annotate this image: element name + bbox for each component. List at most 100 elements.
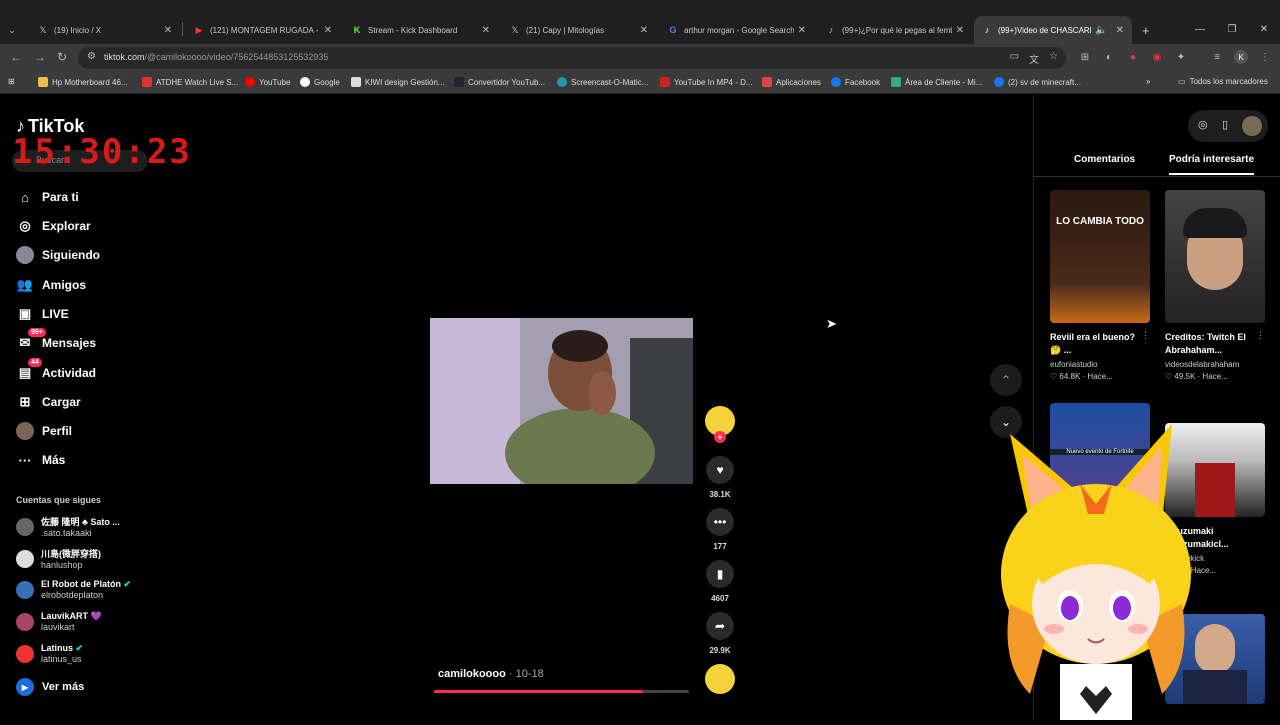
tab-suggested[interactable]: Podría interesarte bbox=[1169, 154, 1255, 175]
nav-activity[interactable]: ▤ 44 Actividad bbox=[16, 358, 96, 382]
nav-upload[interactable]: ⊞ Cargar bbox=[16, 393, 81, 411]
tab-6-active[interactable]: ♪ (99+)Video de CHASCARR 🔈 ✕ bbox=[974, 16, 1132, 44]
share-button[interactable]: ➦ 29.9K bbox=[706, 612, 734, 655]
url-text[interactable]: tiktok.com/@camilokoooo/video/7562544853… bbox=[104, 52, 328, 62]
bookmark[interactable]: Convertidor YouTub... bbox=[454, 77, 545, 87]
bookmark[interactable]: YouTube bbox=[245, 77, 290, 87]
nav-following[interactable]: Siguiendo bbox=[16, 246, 100, 264]
close-icon[interactable]: ✕ bbox=[956, 25, 964, 36]
close-icon[interactable]: ✕ bbox=[164, 25, 172, 36]
media-icon[interactable]: ≡ bbox=[1210, 50, 1224, 64]
translate-icon[interactable]: 文 bbox=[1029, 51, 1039, 66]
nav-explore[interactable]: ◎ Explorar bbox=[16, 217, 90, 235]
x-icon: 𝕏 bbox=[511, 24, 519, 35]
nav-messages[interactable]: ✉ 99+ Mensajes bbox=[16, 328, 96, 352]
forward-icon[interactable]: → bbox=[34, 50, 46, 64]
extension-icon[interactable]: ◉ bbox=[1150, 50, 1164, 64]
followed-account[interactable]: El Robot de Platón ✔ elrobotdeplaton bbox=[16, 579, 131, 600]
like-button[interactable]: ♥ 38.1K bbox=[706, 456, 734, 499]
close-icon[interactable]: ✕ bbox=[324, 25, 332, 36]
suggested-video-card[interactable]: LO CAMBIA TODO Reviil era el bueno? 🤔 ..… bbox=[1050, 190, 1150, 381]
site-settings-icon[interactable]: ⚙ bbox=[87, 51, 96, 62]
back-icon[interactable]: ← bbox=[10, 50, 22, 64]
video-author[interactable]: camilokoooo bbox=[438, 668, 506, 680]
close-icon[interactable]: ✕ bbox=[798, 25, 806, 36]
tab-list-button[interactable]: ⌄ bbox=[0, 16, 30, 44]
followed-account[interactable]: 佐藤 隆明 ♣ Sato ... .sato.takaaki bbox=[16, 515, 120, 538]
avatar bbox=[16, 644, 34, 663]
see-more-link[interactable]: ▶ Ver más bbox=[16, 678, 84, 696]
kebab-menu-icon[interactable]: ⋮ bbox=[1258, 50, 1272, 64]
compass-icon[interactable]: ◎ bbox=[1198, 118, 1208, 131]
save-button[interactable]: ▮ 4607 bbox=[706, 560, 734, 603]
live-icon: ▣ bbox=[18, 306, 32, 321]
tab-0[interactable]: 𝕏 (19) Inicio / X ✕ bbox=[30, 16, 180, 44]
followed-account[interactable]: Latinus ✔ latinus_us bbox=[16, 643, 83, 664]
nav-more[interactable]: ··· Más bbox=[16, 451, 66, 469]
kebab-menu-icon[interactable]: ⋮ bbox=[1141, 330, 1150, 341]
minimize-icon[interactable]: — bbox=[1184, 16, 1216, 44]
phone-icon[interactable]: ▯ bbox=[1222, 118, 1228, 131]
bookmark[interactable]: Aplicaciones bbox=[762, 77, 821, 87]
all-bookmarks[interactable]: ▭ Todos los marcadores bbox=[1178, 77, 1268, 86]
nav-profile[interactable]: Perfil bbox=[16, 422, 72, 440]
star-icon[interactable]: ☆ bbox=[1049, 51, 1058, 66]
close-window-icon[interactable]: ✕ bbox=[1248, 16, 1280, 44]
bookmark[interactable]: Facebook bbox=[831, 77, 880, 87]
kebab-menu-icon[interactable]: ⋮ bbox=[1256, 330, 1265, 341]
video-frame bbox=[430, 318, 693, 484]
nav-for-you[interactable]: ⌂ Para ti bbox=[16, 188, 79, 206]
extension-icon[interactable]: ● bbox=[1126, 50, 1140, 64]
puzzle-icon[interactable]: ✦ bbox=[1174, 50, 1188, 64]
divider bbox=[1034, 176, 1280, 177]
reload-icon[interactable]: ↻ bbox=[57, 50, 67, 64]
nav-live[interactable]: ▣ LIVE bbox=[16, 305, 69, 323]
share-icon: ➦ bbox=[706, 612, 734, 640]
omnibox[interactable]: ⚙ tiktok.com/@camilokoooo/video/75625448… bbox=[78, 47, 1066, 69]
restore-icon[interactable]: ❐ bbox=[1216, 16, 1248, 44]
tab-5[interactable]: ♪ (99+)¿Por qué le pegas al femb ✕ bbox=[818, 16, 972, 44]
user-avatar[interactable] bbox=[1242, 116, 1262, 136]
video-progress-bar[interactable] bbox=[434, 690, 689, 693]
follow-plus-icon[interactable]: + bbox=[714, 431, 726, 443]
extension-icon[interactable]: ◐ bbox=[1102, 50, 1116, 64]
widget-icon: ▶ bbox=[16, 678, 34, 696]
tab-1[interactable]: ▶ (121) MONTAGEM RUGADA - Y ✕ bbox=[186, 16, 340, 44]
new-tab-button[interactable]: + bbox=[1134, 16, 1158, 44]
suggested-video-card[interactable]: Creditos: Twitch El Abrahaham... videosd… bbox=[1165, 190, 1265, 381]
bookmark[interactable]: ATDHE Watch Live S... bbox=[142, 77, 238, 87]
bookmark[interactable]: Hp Motherboard 46... bbox=[38, 77, 128, 87]
comment-button[interactable]: ••• 177 bbox=[706, 508, 734, 551]
bookmark[interactable]: KIWI design Gestión... bbox=[351, 77, 445, 87]
tab-3[interactable]: 𝕏 (21) Capy | Mitologías ✕ bbox=[502, 16, 656, 44]
bookmark[interactable]: (2) sv de minecraft... bbox=[994, 77, 1081, 87]
close-icon[interactable]: ✕ bbox=[1116, 25, 1124, 36]
vtuber-avatar-overlay bbox=[990, 424, 1202, 720]
chevron-up-icon: ⌃ bbox=[1000, 373, 1012, 387]
followed-account[interactable]: 川島(微胖穿搭) hanlushop bbox=[16, 547, 101, 570]
close-icon[interactable]: ✕ bbox=[482, 25, 490, 36]
bookmark[interactable]: Área de Cliente - Mi... bbox=[891, 77, 982, 87]
tab-comments[interactable]: Comentarios bbox=[1074, 154, 1135, 165]
tab-4[interactable]: G arthur morgan - Google Search ✕ bbox=[660, 16, 814, 44]
bookmark[interactable]: YouTube In MP4 - D... bbox=[660, 77, 753, 87]
mute-icon[interactable]: 🔈 bbox=[1095, 25, 1107, 36]
more-icon: ··· bbox=[18, 452, 32, 468]
more-bookmarks-icon[interactable]: » bbox=[1146, 77, 1150, 86]
kick-icon: K bbox=[353, 25, 361, 35]
close-icon[interactable]: ✕ bbox=[640, 25, 648, 36]
video-player[interactable] bbox=[430, 318, 693, 484]
extension-icon[interactable]: ⊞ bbox=[1078, 50, 1092, 64]
bookmark[interactable]: Google bbox=[300, 77, 340, 87]
apps-grid-icon[interactable]: ⊞ bbox=[8, 77, 15, 86]
tab-2[interactable]: K Stream - Kick Dashboard ✕ bbox=[344, 16, 498, 44]
cast-icon[interactable]: ▭ bbox=[1010, 51, 1019, 66]
plus-icon: + bbox=[1142, 22, 1150, 38]
profile-avatar-icon[interactable]: K bbox=[1234, 50, 1248, 64]
google-icon bbox=[300, 77, 310, 87]
prev-video-button[interactable]: ⌃ bbox=[990, 364, 1022, 396]
followed-account[interactable]: LauvikART 💜 lauvikart bbox=[16, 611, 102, 632]
sound-disc[interactable] bbox=[705, 664, 735, 694]
nav-friends[interactable]: 👥 Amigos bbox=[16, 276, 86, 294]
bookmark[interactable]: Screencast-O-Matic... bbox=[557, 77, 648, 87]
